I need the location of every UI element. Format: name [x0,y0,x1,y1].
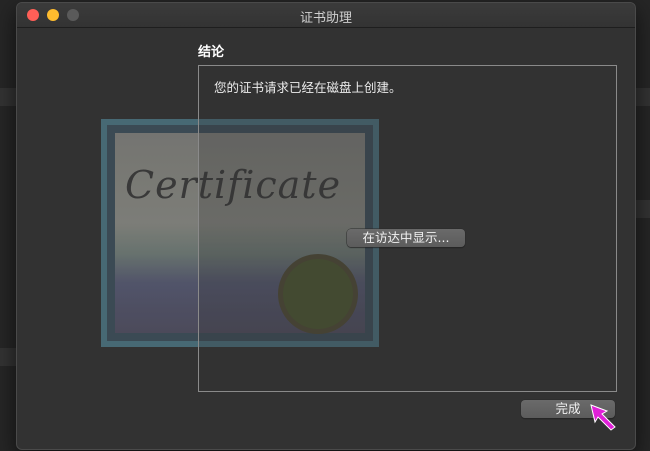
background-row [634,200,650,218]
show-in-finder-button[interactable]: 在访达中显示... [347,229,465,247]
section-heading: 结论 [198,45,225,60]
background-row [634,88,650,106]
background-row [0,348,16,366]
pointer-arrow-icon [590,404,616,431]
status-message: 您的证书请求已经在磁盘上创建。 [214,80,402,95]
background-row [0,88,16,106]
titlebar: 证书助理 [17,3,635,28]
certificate-assistant-window: 证书助理 Certificate 结论 您的证书请求已经在磁盘上创建。 在访达中… [16,2,636,450]
window-title: 证书助理 [299,11,352,26]
content-panel: 您的证书请求已经在磁盘上创建。 在访达中显示... [198,65,617,392]
